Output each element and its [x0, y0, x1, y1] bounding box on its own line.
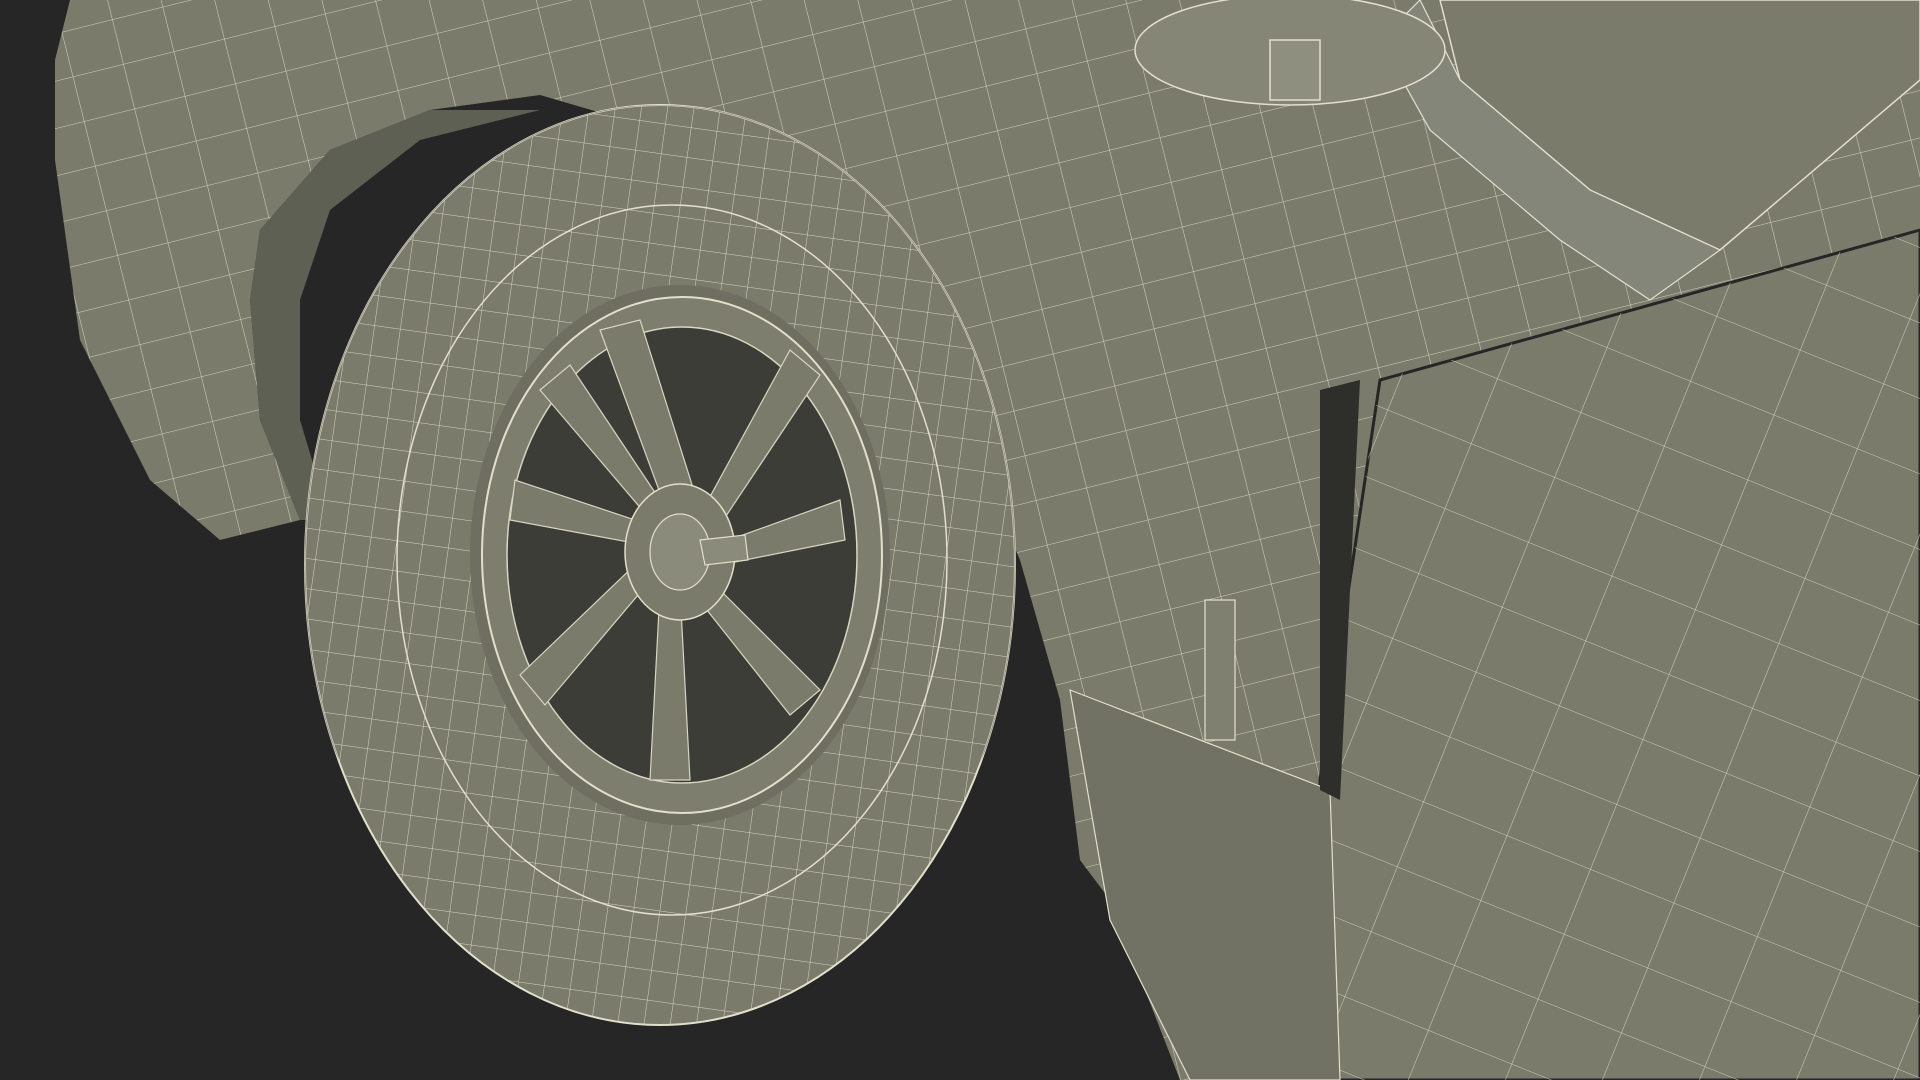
- side-latch: [1204, 599, 1236, 741]
- wheel-rim: [481, 296, 883, 814]
- center-lock-wing: [699, 534, 749, 566]
- wireframe-scene: [0, 0, 1920, 1080]
- hood-latch: [1134, 0, 1446, 106]
- viewport[interactable]: [0, 0, 1920, 1080]
